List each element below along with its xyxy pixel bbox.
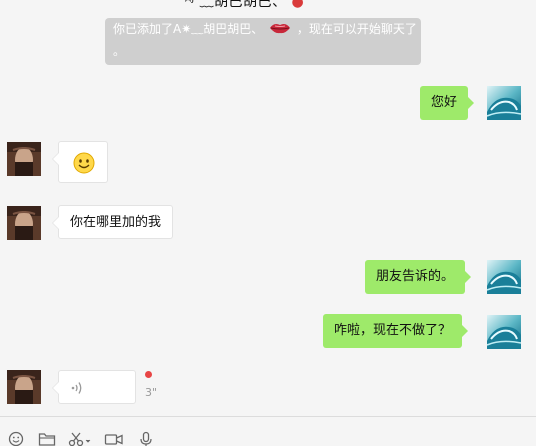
contact-avatar-image [7, 370, 41, 404]
voice-message-bubble[interactable] [52, 370, 136, 404]
contact-avatar-image [7, 206, 41, 240]
scissors-icon [68, 432, 91, 446]
input-toolbar [0, 416, 536, 446]
microphone-icon [140, 431, 152, 446]
wave-avatar-image [487, 260, 521, 294]
message-bubble-sent[interactable]: 朋友告诉的。 [365, 260, 472, 294]
screenshot-button[interactable] [68, 431, 92, 446]
folder-icon [38, 433, 56, 446]
message-bubble-sent[interactable]: 咋啦，现在不做了？ [323, 314, 469, 348]
system-notice: 你已添加了A✷﹏胡巴胡巴、 ，现在可以开始聊天了 。 [105, 18, 421, 65]
wave-avatar-image [487, 86, 521, 120]
message-text: 您好 [431, 95, 458, 110]
smiley-face-icon [73, 152, 95, 174]
voice-wave-icon [71, 382, 82, 394]
avatar-contact[interactable] [7, 370, 41, 404]
lips-icon [270, 24, 291, 34]
message-text: 朋友告诉的。 [376, 269, 455, 284]
emoji-button[interactable] [8, 431, 28, 446]
avatar-self[interactable] [487, 315, 521, 349]
message-text: 咋啦，现在不做了？ [334, 323, 452, 338]
system-notice-text-end: ，现在可以开始聊天了 [296, 22, 417, 36]
send-file-button[interactable] [38, 431, 58, 446]
avatar-self[interactable] [487, 260, 521, 294]
avatar-contact[interactable] [7, 206, 41, 240]
avatar-self[interactable] [487, 86, 521, 120]
message-text: 你在哪里加的我 [70, 215, 162, 230]
voice-duration: 3" [145, 386, 158, 399]
voice-input-button[interactable] [138, 431, 158, 446]
video-call-button[interactable] [104, 431, 124, 446]
video-call-icon [104, 434, 123, 445]
emoji-icon [8, 431, 24, 446]
chat-title-text: ᴬᴶ ﹏胡巴胡巴、 [185, 0, 287, 10]
unread-indicator [145, 371, 152, 378]
avatar-contact[interactable] [7, 142, 41, 176]
message-bubble-received[interactable] [52, 141, 108, 183]
system-notice-text-start: 你已添加了A✷﹏胡巴胡巴、 [113, 22, 264, 36]
message-bubble-sent[interactable]: 您好 [420, 86, 475, 120]
message-bubble-received[interactable]: 你在哪里加的我 [51, 205, 174, 239]
lips-icon: ● [291, 0, 305, 10]
contact-avatar-image [7, 142, 41, 176]
system-notice-line2: 。 [113, 44, 126, 58]
chat-title: ᴬᴶ ﹏胡巴胡巴、 ● [185, 0, 304, 11]
wave-avatar-image [487, 315, 521, 349]
